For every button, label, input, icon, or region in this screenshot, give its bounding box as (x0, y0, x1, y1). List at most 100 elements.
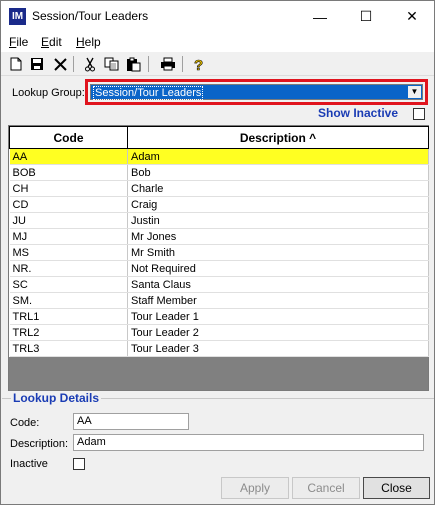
table-row[interactable]: CH Charle (9, 180, 429, 197)
close-icon: ✕ (406, 8, 418, 24)
new-icon (10, 57, 22, 71)
close-button-label: Close (381, 481, 412, 495)
help-icon: ? (194, 57, 204, 72)
paste-button[interactable] (124, 55, 142, 73)
cancel-button-label: Cancel (307, 481, 345, 495)
cell-code[interactable]: SC (9, 276, 128, 293)
print-icon (161, 57, 175, 71)
cell-code[interactable]: BOB (9, 164, 128, 181)
cut-icon (85, 57, 95, 71)
save-icon (31, 58, 43, 70)
paste-icon (126, 57, 140, 71)
cell-description[interactable]: Bob (127, 164, 429, 181)
cell-description[interactable]: Staff Member (127, 292, 429, 309)
table-row[interactable]: TRL3 Tour Leader 3 (9, 340, 429, 357)
toolbar-separator (148, 56, 149, 72)
lookup-group-label: Lookup Group: (12, 87, 85, 99)
cell-code[interactable]: TRL1 (9, 308, 128, 325)
menu-bar: File Edit Help (1, 32, 434, 52)
cell-description[interactable]: Charle (127, 180, 429, 197)
table-row[interactable]: CD Craig (9, 196, 429, 213)
table-row[interactable]: SC Santa Claus (9, 276, 429, 293)
title-bar[interactable]: IM Session/Tour Leaders — ☐ ✕ (1, 1, 434, 32)
close-window-button[interactable]: ✕ (389, 1, 435, 32)
cell-code[interactable]: CH (9, 180, 128, 197)
table-row[interactable]: MJ Mr Jones (9, 228, 429, 245)
maximize-icon: ☐ (359, 8, 373, 24)
table-row[interactable]: TRL2 Tour Leader 2 (9, 324, 429, 341)
menu-help-mnemonic: H (76, 35, 85, 49)
table-header-row: Code Description ^ (9, 126, 429, 149)
svg-text:?: ? (194, 57, 203, 72)
toolbar-separator (182, 56, 183, 72)
menu-help[interactable]: Help (76, 35, 101, 49)
cell-code[interactable]: MJ (9, 228, 128, 245)
new-button[interactable] (7, 55, 25, 73)
cell-code[interactable]: AA (9, 148, 128, 165)
help-button[interactable]: ? (190, 55, 208, 73)
show-inactive-checkbox[interactable] (413, 108, 425, 120)
table-row[interactable]: AA Adam (9, 148, 429, 165)
print-button[interactable] (159, 55, 177, 73)
cell-description[interactable]: Not Required (127, 260, 429, 277)
cell-code[interactable]: SM. (9, 292, 128, 309)
table-row[interactable]: NR. Not Required (9, 260, 429, 277)
minimize-button[interactable]: — (297, 1, 343, 32)
menu-file-rest: ile (16, 35, 29, 49)
table-row[interactable]: JU Justin (9, 212, 429, 229)
cell-description[interactable]: Mr Jones (127, 228, 429, 245)
show-inactive-label: Show Inactive (318, 106, 399, 120)
lookup-grid[interactable]: Code Description ^ AA Adam BOB Bob CH Charl… (8, 125, 429, 391)
inactive-checkbox[interactable] (73, 458, 85, 470)
inactive-label: Inactive (10, 458, 48, 470)
description-field[interactable]: Adam (73, 434, 424, 451)
window-title: Session/Tour Leaders (32, 9, 149, 23)
table-row[interactable]: MS Mr Smith (9, 244, 429, 261)
cell-code[interactable]: TRL2 (9, 324, 128, 341)
description-label: Description: (10, 438, 69, 450)
menu-help-rest: elp (84, 35, 101, 49)
cell-description[interactable]: Craig (127, 196, 429, 213)
cancel-button[interactable]: Cancel (292, 477, 360, 499)
maximize-button[interactable]: ☐ (343, 1, 389, 32)
table-row[interactable]: TRL1 Tour Leader 1 (9, 308, 429, 325)
copy-icon (104, 57, 118, 71)
menu-edit[interactable]: Edit (41, 35, 62, 49)
cell-code[interactable]: TRL3 (9, 340, 128, 357)
close-button[interactable]: Close (363, 477, 430, 499)
column-header-description[interactable]: Description ^ (127, 126, 429, 149)
copy-button[interactable] (102, 55, 120, 73)
lookup-group-dropdown[interactable]: Session/Tour Leaders ▼ (90, 84, 423, 100)
delete-icon (53, 57, 67, 71)
cell-code[interactable]: MS (9, 244, 128, 261)
menu-edit-mnemonic: E (41, 35, 50, 49)
cell-description[interactable]: Tour Leader 2 (127, 324, 429, 341)
menu-edit-rest: dit (49, 35, 62, 49)
lookup-table: Code Description ^ AA Adam BOB Bob CH Charl… (9, 126, 429, 357)
menu-file[interactable]: File (9, 35, 28, 49)
column-header-code[interactable]: Code (9, 126, 128, 149)
cell-description[interactable]: Adam (127, 148, 429, 165)
table-row[interactable]: BOB Bob (9, 164, 429, 181)
cell-description[interactable]: Tour Leader 1 (127, 308, 429, 325)
table-row[interactable]: SM. Staff Member (9, 292, 429, 309)
delete-button[interactable] (51, 55, 69, 73)
cell-description[interactable]: Mr Smith (127, 244, 429, 261)
code-field[interactable]: AA (73, 413, 189, 430)
cell-description[interactable]: Justin (127, 212, 429, 229)
lookup-window: IM Session/Tour Leaders — ☐ ✕ File Edit … (0, 0, 435, 505)
cut-button[interactable] (81, 55, 99, 73)
lookup-details-title: Lookup Details (11, 391, 102, 405)
lookup-group-value: Session/Tour Leaders (93, 86, 204, 100)
app-logo-icon: IM (9, 8, 26, 25)
cell-description[interactable]: Tour Leader 3 (127, 340, 429, 357)
save-button[interactable] (28, 55, 46, 73)
toolbar: ? (1, 52, 434, 76)
chevron-down-icon[interactable]: ▼ (408, 86, 421, 98)
minimize-icon: — (313, 8, 327, 25)
cell-code[interactable]: NR. (9, 260, 128, 277)
cell-code[interactable]: JU (9, 212, 128, 229)
cell-description[interactable]: Santa Claus (127, 276, 429, 293)
cell-code[interactable]: CD (9, 196, 128, 213)
apply-button[interactable]: Apply (221, 477, 289, 499)
